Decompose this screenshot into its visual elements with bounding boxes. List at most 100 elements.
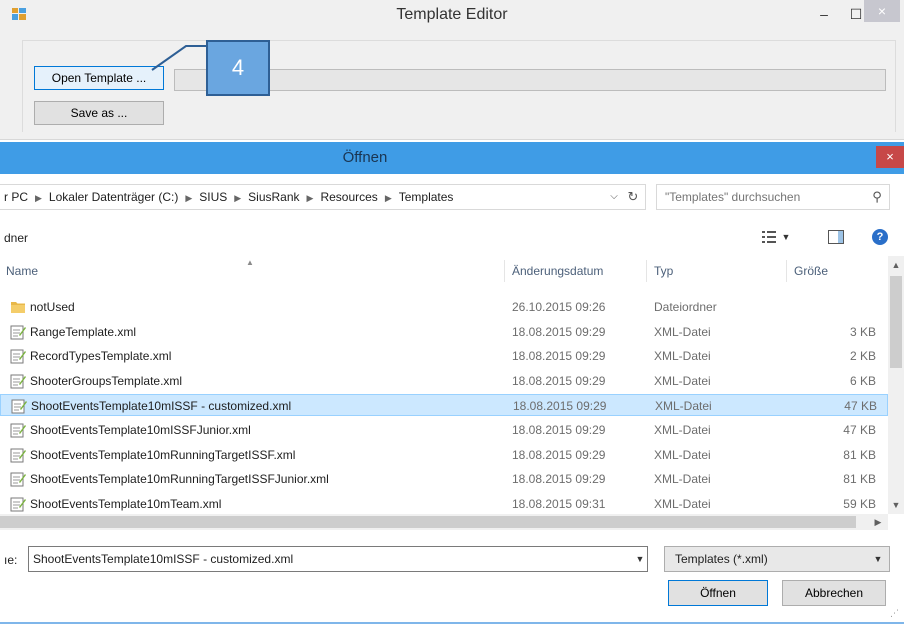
save-as-button[interactable]: Save as ...: [34, 101, 164, 125]
horizontal-scrollbar[interactable]: ▶: [0, 514, 888, 530]
chevron-right-icon: ▶: [185, 193, 193, 203]
file-name: ShootEventsTemplate10mISSFJunior.xml: [30, 423, 251, 437]
file-size: 81 KB: [843, 448, 876, 462]
vertical-scrollbar[interactable]: ▲ ▼: [888, 256, 904, 514]
file-row[interactable]: ShootEventsTemplate10mRunningTargetISSFJ…: [0, 468, 888, 490]
refresh-icon[interactable]: ↻: [624, 185, 642, 209]
sort-up-icon: ▲: [246, 258, 254, 267]
filetype-select[interactable]: Templates (*.xml) ▼: [664, 546, 890, 572]
column-header-date[interactable]: Änderungsdatum: [512, 256, 603, 286]
open-file-dialog: Öffnen × r PC ▶ Lokaler Datenträger (C:) ▶ S…: [0, 142, 904, 624]
scroll-up-icon[interactable]: ▲: [888, 256, 904, 274]
xml-file-icon: [10, 349, 26, 364]
breadcrumb-item[interactable]: SIUS: [199, 190, 227, 204]
file-date: 18.08.2015 09:29: [512, 448, 606, 462]
breadcrumb-item[interactable]: SiusRank: [248, 190, 299, 204]
cancel-button[interactable]: Abbrechen: [782, 580, 886, 606]
file-type: Dateiordner: [654, 300, 717, 314]
file-name: ShootEventsTemplate10mISSF - customized.…: [31, 399, 292, 413]
file-type: XML-Datei: [654, 325, 711, 339]
column-headers: Name ▲ Änderungsdatum Typ Größe: [0, 256, 888, 286]
breadcrumb: r PC ▶ Lokaler Datenträger (C:) ▶ SIUS ▶ SiusR…: [4, 185, 453, 209]
column-divider[interactable]: [786, 260, 787, 282]
file-type: XML-Datei: [654, 374, 711, 388]
file-size: [790, 296, 876, 318]
file-date: 18.08.2015 09:29: [512, 349, 606, 363]
file-date: 18.08.2015 09:29: [513, 399, 607, 413]
file-row[interactable]: ShootEventsTemplate10mISSFJunior.xml 18.0…: [0, 419, 888, 441]
file-name: ShootEventsTemplate10mRunningTargetISSF.…: [30, 448, 296, 462]
column-header-type[interactable]: Typ: [654, 256, 673, 286]
file-list: Name ▲ Änderungsdatum Typ Größe notUsed 2…: [0, 256, 888, 514]
scroll-down-icon[interactable]: ▼: [888, 496, 904, 514]
filename-input[interactable]: [29, 547, 625, 571]
file-size: 47 KB: [844, 399, 877, 413]
file-date: 26.10.2015 09:26: [512, 300, 606, 314]
file-size: 47 KB: [843, 423, 876, 437]
file-row[interactable]: ShootEventsTemplate10mISSF - customized.…: [0, 394, 888, 416]
column-divider[interactable]: [646, 260, 647, 282]
file-size: 6 KB: [849, 374, 876, 388]
chevron-down-icon[interactable]: ⌵: [606, 185, 622, 209]
filename-combobox: ▼: [28, 546, 648, 572]
breadcrumb-item[interactable]: r PC: [4, 190, 28, 204]
caret-down-icon[interactable]: ▼: [780, 230, 792, 244]
new-folder-button[interactable]: dner: [4, 222, 28, 254]
horizontal-scroll-thumb[interactable]: [0, 516, 856, 528]
template-editor-window: Template Editor – ☐ × Open Template ... …: [0, 0, 904, 140]
search-input[interactable]: [657, 185, 861, 209]
file-name: ShootEventsTemplate10mRunningTargetISSFJ…: [30, 472, 329, 486]
help-icon[interactable]: ?: [872, 229, 888, 245]
step-callout: 4: [206, 40, 270, 96]
file-type: XML-Datei: [654, 423, 711, 437]
chevron-right-icon: ▶: [234, 193, 242, 203]
vertical-scroll-thumb[interactable]: [890, 276, 902, 368]
xml-file-icon: [10, 374, 26, 389]
chevron-right-icon: ▶: [35, 193, 42, 203]
address-bar[interactable]: r PC ▶ Lokaler Datenträger (C:) ▶ SIUS ▶ SiusR…: [0, 184, 646, 210]
editor-close-button[interactable]: ×: [864, 0, 900, 22]
dialog-title: Öffnen: [342, 149, 388, 166]
file-name: ShooterGroupsTemplate.xml: [30, 374, 183, 388]
xml-file-icon: [10, 472, 26, 487]
file-date: 18.08.2015 09:29: [512, 374, 606, 388]
progress-bar: [174, 69, 886, 91]
open-button[interactable]: Öffnen: [668, 580, 768, 606]
file-row[interactable]: ShootEventsTemplate10mRunningTargetISSF.…: [0, 444, 888, 466]
xml-file-icon: [11, 399, 27, 414]
search-box: ⚲: [656, 184, 890, 210]
dialog-close-button[interactable]: ×: [876, 146, 904, 168]
file-row[interactable]: RangeTemplate.xml 18.08.2015 09:29 XML-Dat…: [0, 321, 888, 343]
minimize-button[interactable]: –: [806, 0, 842, 30]
search-icon[interactable]: ⚲: [867, 185, 887, 209]
chevron-right-icon: ▶: [306, 193, 314, 203]
breadcrumb-item[interactable]: Templates: [399, 190, 454, 204]
file-size: 59 KB: [843, 497, 876, 511]
file-row[interactable]: ShootEventsTemplate10mTeam.xml 18.08.2015…: [0, 493, 888, 514]
editor-titlebar: Template Editor – ☐ ×: [0, 0, 904, 30]
column-header-name[interactable]: Name: [6, 256, 38, 286]
scroll-right-icon[interactable]: ▶: [870, 514, 886, 530]
file-type: XML-Datei: [654, 497, 711, 511]
resize-grip-icon[interactable]: ⋰: [890, 608, 902, 620]
file-type: XML-Datei: [654, 349, 711, 363]
view-options-icon[interactable]: [762, 230, 776, 244]
column-divider[interactable]: [504, 260, 505, 282]
xml-file-icon: [10, 423, 26, 438]
dialog-toolbar: dner ▼ ?: [0, 222, 904, 254]
open-template-button[interactable]: Open Template ...: [34, 66, 164, 90]
file-size: 81 KB: [843, 472, 876, 486]
chevron-down-icon[interactable]: ▼: [633, 547, 647, 571]
column-header-size[interactable]: Größe: [794, 256, 828, 286]
preview-pane-icon[interactable]: [828, 230, 844, 244]
chevron-down-icon: ▼: [873, 554, 883, 564]
file-row[interactable]: ShooterGroupsTemplate.xml 18.08.2015 09:2…: [0, 370, 888, 392]
file-row[interactable]: RecordTypesTemplate.xml 18.08.2015 09:29 X…: [0, 345, 888, 367]
file-type: XML-Datei: [655, 399, 712, 413]
breadcrumb-item[interactable]: Lokaler Datenträger (C:): [49, 190, 178, 204]
folder-icon: [11, 302, 25, 313]
xml-file-icon: [10, 448, 26, 463]
file-date: 18.08.2015 09:29: [512, 423, 606, 437]
file-row[interactable]: notUsed 26.10.2015 09:26 Dateiordner: [0, 296, 888, 318]
breadcrumb-item[interactable]: Resources: [320, 190, 377, 204]
